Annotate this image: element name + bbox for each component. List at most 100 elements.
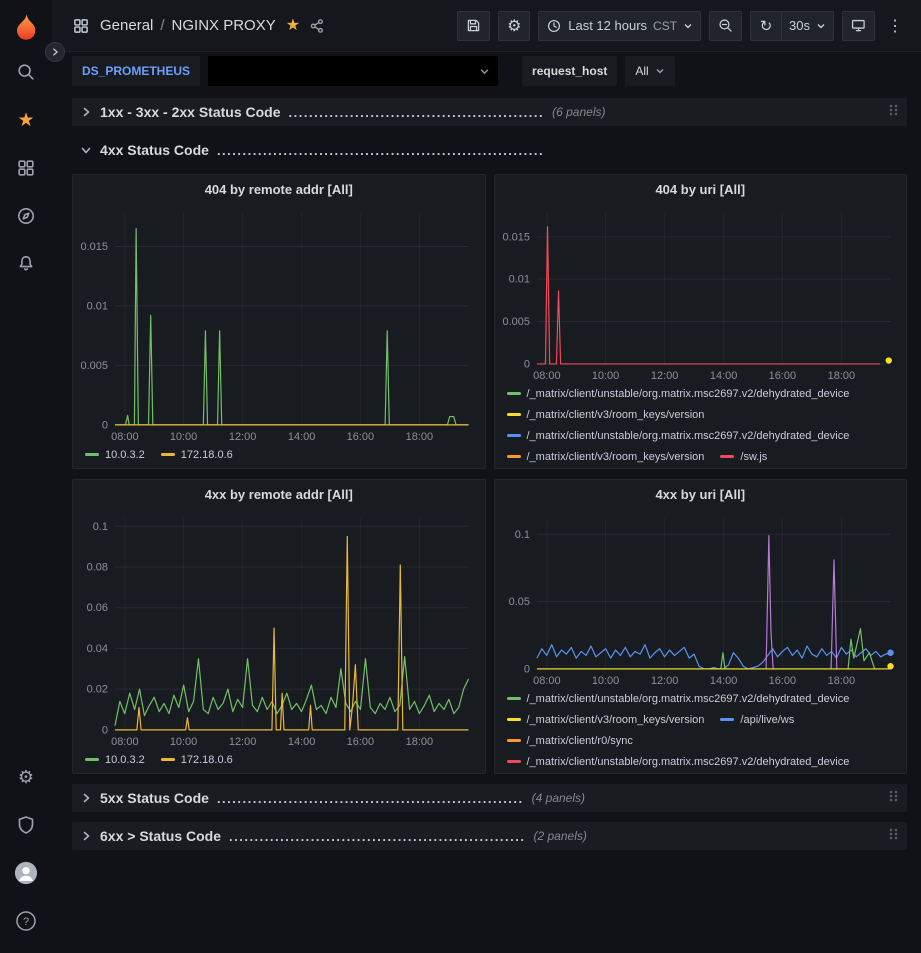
legend-series-label: 172.18.0.6 [181,754,233,766]
legend-series-color [507,413,521,416]
svg-text:0.005: 0.005 [502,316,529,328]
star-icon[interactable]: ★ [14,108,38,132]
svg-text:0: 0 [523,358,529,370]
chevron-down-icon [80,144,92,156]
kebab-menu-icon[interactable]: ⋮ [883,16,907,36]
legend-item[interactable]: /_matrix/client/r0/sync [507,731,633,750]
search-icon[interactable] [14,60,38,84]
chevron-right-icon [80,106,92,118]
legend-item[interactable]: 172.18.0.6 [161,750,233,769]
sidebar: ★ ⚙ [0,0,52,953]
legend-item[interactable]: /api/live/ws [720,710,794,729]
row-dots: ........................................… [217,791,524,806]
legend-series-label: /_matrix/client/unstable/org.matrix.msc2… [527,693,850,705]
svg-text:0.06: 0.06 [87,602,108,614]
dashboard-settings-button[interactable]: ⚙ [498,11,530,41]
legend-item[interactable]: /sw.js [720,447,767,466]
legend-item[interactable]: 10.0.3.2 [85,445,145,464]
panel-row-2: 4xx by remote addr [All] 00.020.040.060.… [72,479,907,774]
row-1xx-3xx-2xx-status-code[interactable]: 1xx - 3xx - 2xx Status Code ............… [72,98,907,126]
panel-title[interactable]: 4xx by uri [All] [495,480,907,508]
panel-title[interactable]: 4xx by remote addr [All] [73,480,485,508]
row-5xx-status-code[interactable]: 5xx Status Code ........................… [72,784,907,812]
svg-text:12:00: 12:00 [650,675,677,687]
share-icon[interactable] [308,17,326,35]
breadcrumb-separator: / [160,17,164,34]
panel-title[interactable]: 404 by uri [All] [495,175,907,203]
time-series-chart[interactable]: 00.050.108:0010:0012:0014:0016:0018:00 [495,508,907,689]
grafana-logo[interactable] [11,12,41,42]
legend-item[interactable]: /_matrix/client/unstable/org.matrix.msc2… [507,384,850,403]
legend-item[interactable]: /_matrix/client/unstable/org.matrix.msc2… [507,689,850,708]
svg-text:0.1: 0.1 [93,521,108,533]
favorite-star-icon[interactable]: ★ [286,18,300,34]
time-series-chart[interactable]: 00.020.040.060.080.108:0010:0012:0014:00… [73,508,485,750]
row-6xx-status-code[interactable]: 6xx > Status Code ......................… [72,822,907,850]
row-4xx-status-code[interactable]: 4xx Status Code ........................… [72,136,907,164]
legend-series-color [161,453,175,456]
refresh-button[interactable]: ↻ [750,11,782,41]
zoom-out-button[interactable] [709,11,742,41]
panel-row-1: 404 by remote addr [All] 00.0050.010.015… [72,174,907,469]
svg-text:08:00: 08:00 [111,431,138,443]
legend-item[interactable]: /_matrix/client/v3/room_keys/version [507,447,705,466]
refresh-interval-dropdown[interactable]: 30s [782,11,834,41]
sidebar-expand-button[interactable] [45,42,65,62]
legend-series-label: /_matrix/client/unstable/org.matrix.msc2… [527,388,850,400]
legend-item[interactable]: 10.0.3.2 [85,750,145,769]
drag-handle-icon[interactable] [887,102,899,123]
svg-text:0: 0 [102,419,108,431]
svg-text:14:00: 14:00 [288,431,315,443]
dashboards-icon[interactable] [14,156,38,180]
svg-text:12:00: 12:00 [229,431,256,443]
alerting-icon[interactable] [14,252,38,276]
drag-handle-icon[interactable] [887,826,899,847]
svg-text:16:00: 16:00 [768,370,795,382]
svg-text:18:00: 18:00 [406,736,433,748]
datasource-variable-value[interactable] [208,56,498,86]
row-dots: ........................................… [229,829,526,844]
refresh-interval-label: 30s [789,18,810,33]
chevron-right-icon [80,830,92,842]
svg-text:14:00: 14:00 [288,736,315,748]
request-host-variable-label[interactable]: request_host [522,56,617,86]
row-dots: ........................................… [289,105,545,120]
admin-shield-icon[interactable] [14,813,38,837]
legend-series-color [161,758,175,761]
legend-item[interactable]: /_matrix/client/v3/room_keys/version [507,405,705,424]
time-series-chart[interactable]: 00.0050.010.01508:0010:0012:0014:0016:00… [495,203,907,384]
breadcrumb-dashboard[interactable]: NGINX PROXY [172,17,276,34]
chevron-down-icon [683,21,693,31]
help-icon[interactable]: ? [14,909,38,933]
legend-item[interactable]: /_matrix/client/v3/room_keys/version [507,710,705,729]
legend-series-color [720,455,734,458]
time-range-picker[interactable]: Last 12 hours CST [538,11,701,41]
datasource-variable-label[interactable]: DS_PROMETHEUS [72,56,200,86]
legend-item[interactable]: /_matrix/client/unstable/org.matrix.msc2… [507,426,850,445]
legend-series-color [507,760,521,763]
drag-handle-icon[interactable] [887,788,899,809]
save-dashboard-button[interactable] [457,11,490,41]
legend-series-color [507,697,521,700]
svg-text:18:00: 18:00 [827,675,854,687]
legend-item[interactable]: 172.18.0.6 [161,445,233,464]
svg-text:14:00: 14:00 [709,675,736,687]
request-host-variable-value[interactable]: All [625,56,674,86]
legend-series-color [507,392,521,395]
breadcrumb-section[interactable]: General [100,17,153,34]
svg-text:0.1: 0.1 [514,529,529,541]
legend-series-label: /_matrix/client/v3/room_keys/version [527,714,705,726]
row-title: 5xx Status Code [100,790,209,806]
dashboard-grid-icon[interactable] [72,17,90,35]
explore-icon[interactable] [14,204,38,228]
legend-series-label: 10.0.3.2 [105,754,145,766]
svg-text:08:00: 08:00 [533,675,560,687]
settings-icon[interactable]: ⚙ [14,765,38,789]
time-series-chart[interactable]: 00.0050.010.01508:0010:0012:0014:0016:00… [73,203,485,445]
main-area: General / NGINX PROXY ★ ⚙ [52,0,921,860]
row-panel-count: (4 panels) [532,791,585,805]
user-avatar[interactable] [14,861,38,885]
legend-item[interactable]: /_matrix/client/unstable/org.matrix.msc2… [507,752,850,771]
panel-title[interactable]: 404 by remote addr [All] [73,175,485,203]
tv-mode-button[interactable] [842,11,875,41]
